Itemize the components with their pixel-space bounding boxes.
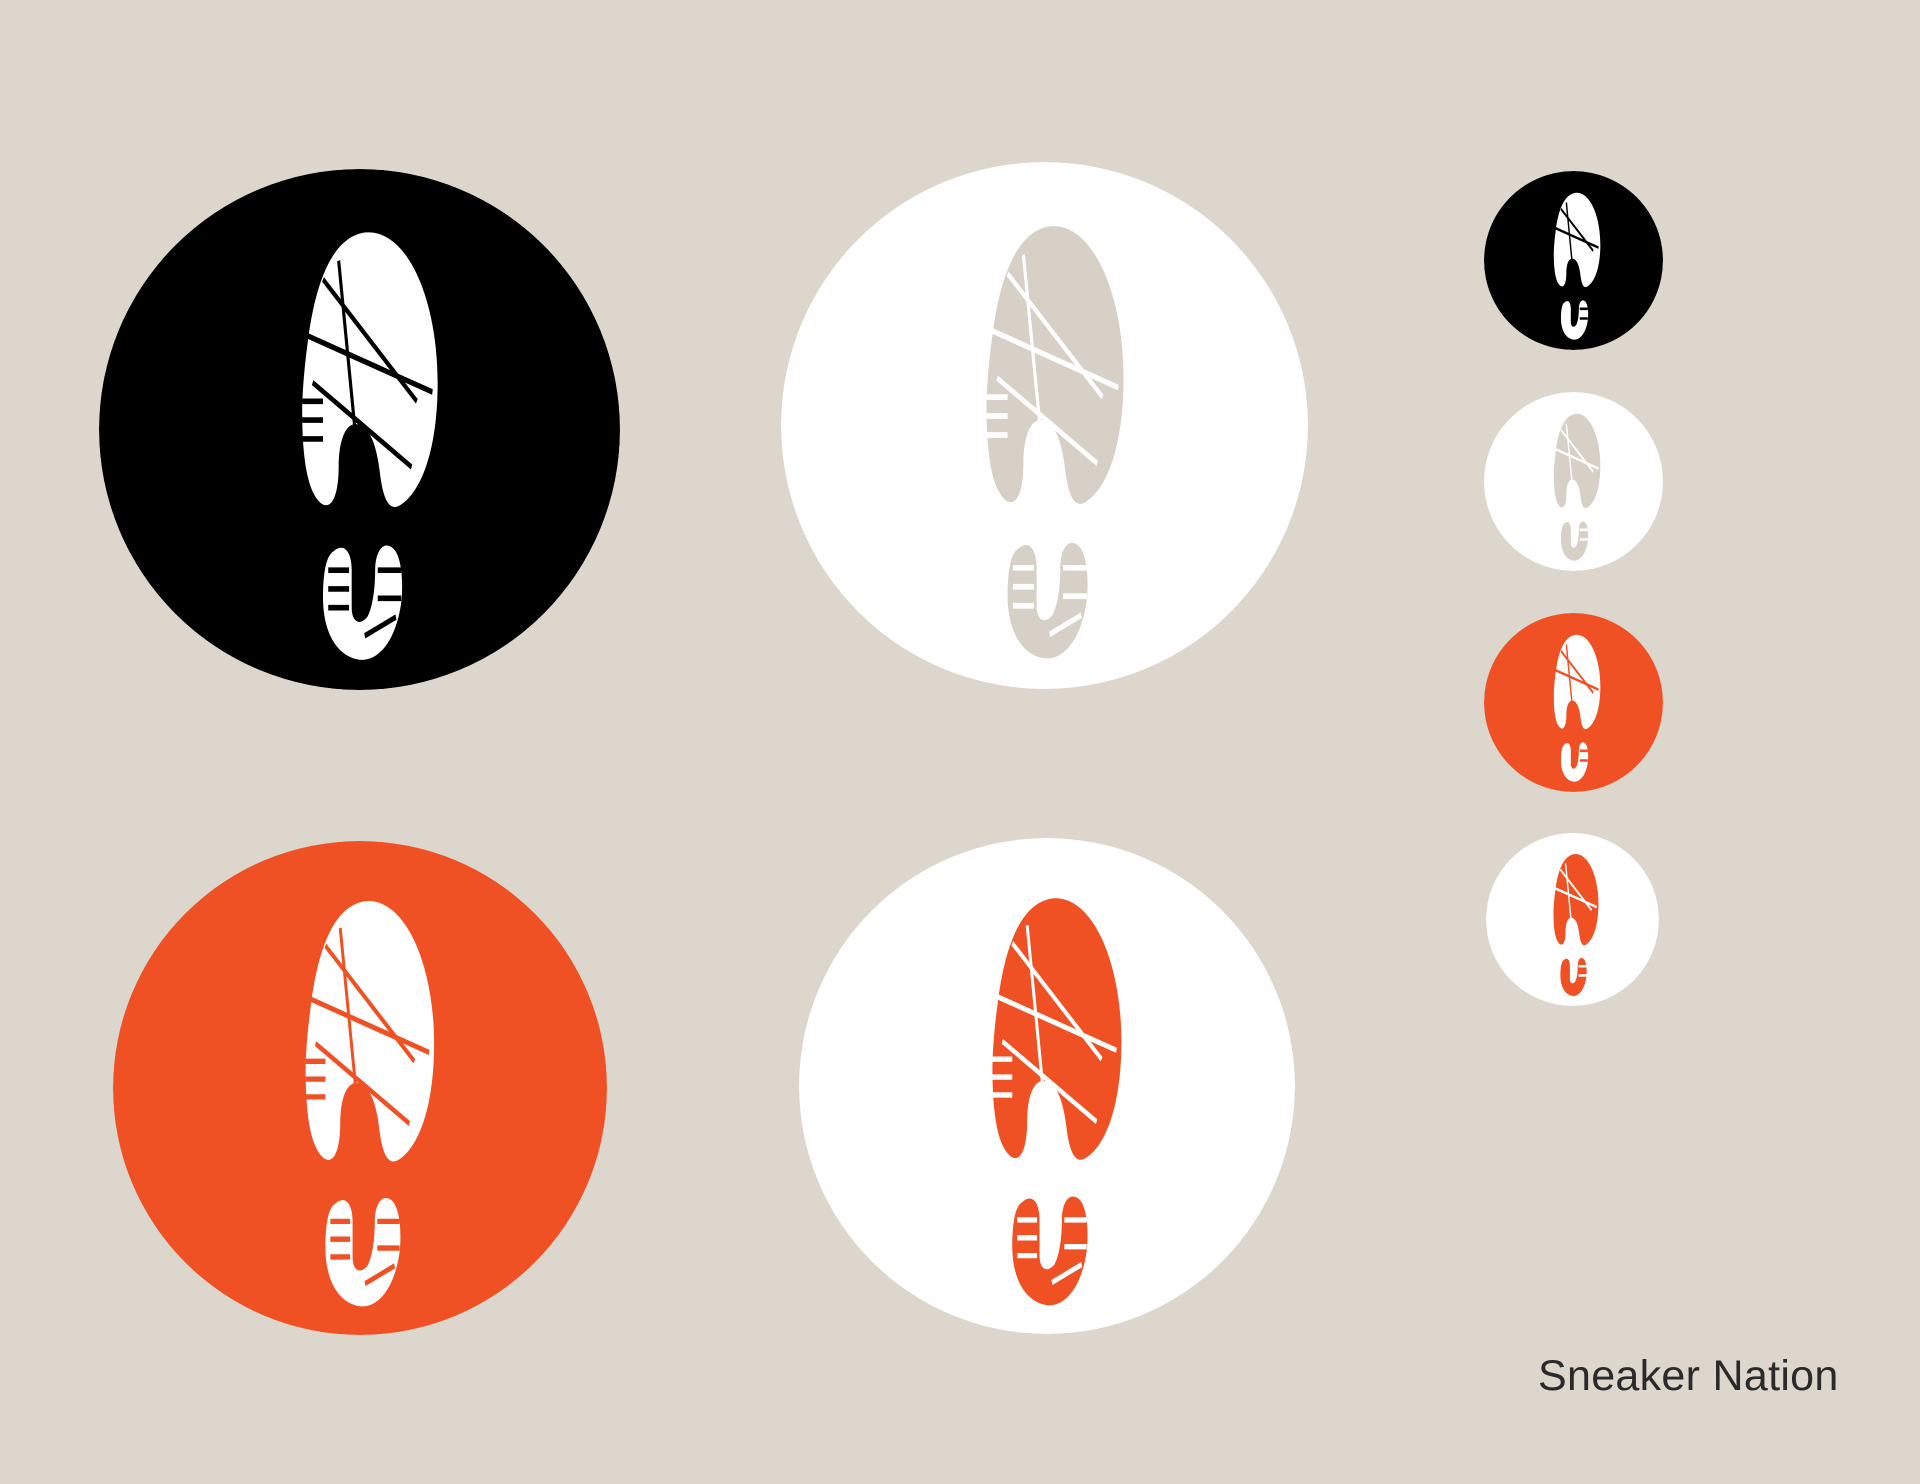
shoeprint-icon <box>1484 392 1663 571</box>
logo-badge-black-large <box>99 169 620 690</box>
shoeprint-icon <box>1486 833 1659 1006</box>
logo-badge-white-tan-small <box>1484 392 1663 571</box>
shoeprint-icon <box>99 169 620 690</box>
shoeprint-icon <box>781 162 1308 689</box>
shoeprint-icon <box>1484 171 1663 350</box>
logo-badge-black-small <box>1484 171 1663 350</box>
logo-badge-white-orange-small <box>1486 833 1659 1006</box>
shoeprint-icon <box>799 838 1295 1334</box>
shoeprint-icon <box>1484 613 1663 792</box>
logo-badge-white-orange-large <box>799 838 1295 1334</box>
logo-badge-white-tan-large <box>781 162 1308 689</box>
logo-badge-orange-small <box>1484 613 1663 792</box>
shoeprint-icon <box>113 841 607 1335</box>
brand-name: Sneaker Nation <box>1538 1352 1839 1400</box>
logo-badge-orange-large <box>113 841 607 1335</box>
